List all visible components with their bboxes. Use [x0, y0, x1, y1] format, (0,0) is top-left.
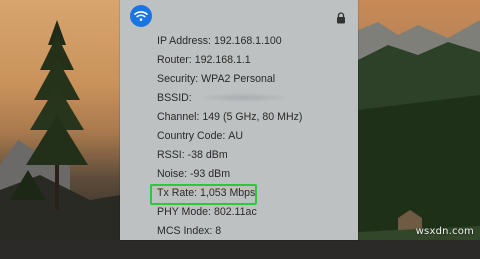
- router-label: Router:: [157, 53, 192, 66]
- nss-row: NSS: 3: [157, 240, 352, 259]
- country-code-value: AU: [228, 129, 243, 142]
- bssid-redacted-value: [197, 93, 290, 102]
- channel-label: Channel:: [157, 110, 200, 123]
- nss-label: NSS:: [157, 243, 182, 256]
- phy-mode-highlight-box: [150, 184, 257, 205]
- wifi-icon[interactable]: [130, 5, 152, 27]
- country-code-row: Country Code: AU: [157, 126, 352, 145]
- wallpaper-right-forest: [358, 0, 480, 240]
- ip-address-value: 192.168.1.100: [213, 34, 282, 47]
- wifi-details-panel: IP Address: 192.168.1.100 Router: 192.16…: [120, 0, 358, 256]
- mcs-index-label: MCS Index:: [157, 224, 213, 237]
- ip-address-row: IP Address: 192.168.1.100: [157, 31, 352, 50]
- router-value: 192.168.1.1: [194, 53, 251, 66]
- nss-value: 3: [184, 243, 191, 256]
- wallpaper-left-tree: [0, 0, 120, 240]
- rssi-label: RSSI:: [157, 148, 185, 161]
- wifi-info-list: IP Address: 192.168.1.100 Router: 192.16…: [157, 31, 352, 259]
- noise-value: -93 dBm: [189, 167, 231, 180]
- noise-label: Noise:: [157, 167, 188, 180]
- bssid-label: BSSID:: [157, 91, 192, 104]
- lock-icon: [336, 11, 348, 24]
- rssi-row: RSSI: -38 dBm: [157, 145, 352, 164]
- watermark: wsxdn.com: [415, 226, 474, 237]
- phy-mode-label: PHY Mode:: [157, 205, 211, 218]
- security-row: Security: WPA2 Personal: [157, 69, 352, 88]
- bssid-row: BSSID:: [157, 88, 352, 107]
- phy-mode-value: 802.11ac: [213, 205, 257, 218]
- noise-row: Noise: -93 dBm: [157, 164, 352, 183]
- ip-address-label: IP Address:: [157, 34, 211, 47]
- channel-value: 149 (5 GHz, 80 MHz): [202, 110, 303, 123]
- mcs-index-row: MCS Index: 8: [157, 221, 352, 240]
- channel-row: Channel: 149 (5 GHz, 80 MHz): [157, 107, 352, 126]
- mcs-index-value: 8: [215, 224, 222, 237]
- rssi-value: -38 dBm: [187, 148, 228, 161]
- country-code-label: Country Code:: [157, 129, 226, 142]
- router-row: Router: 192.168.1.1: [157, 50, 352, 69]
- security-value: WPA2 Personal: [201, 72, 276, 85]
- security-label: Security:: [157, 72, 199, 85]
